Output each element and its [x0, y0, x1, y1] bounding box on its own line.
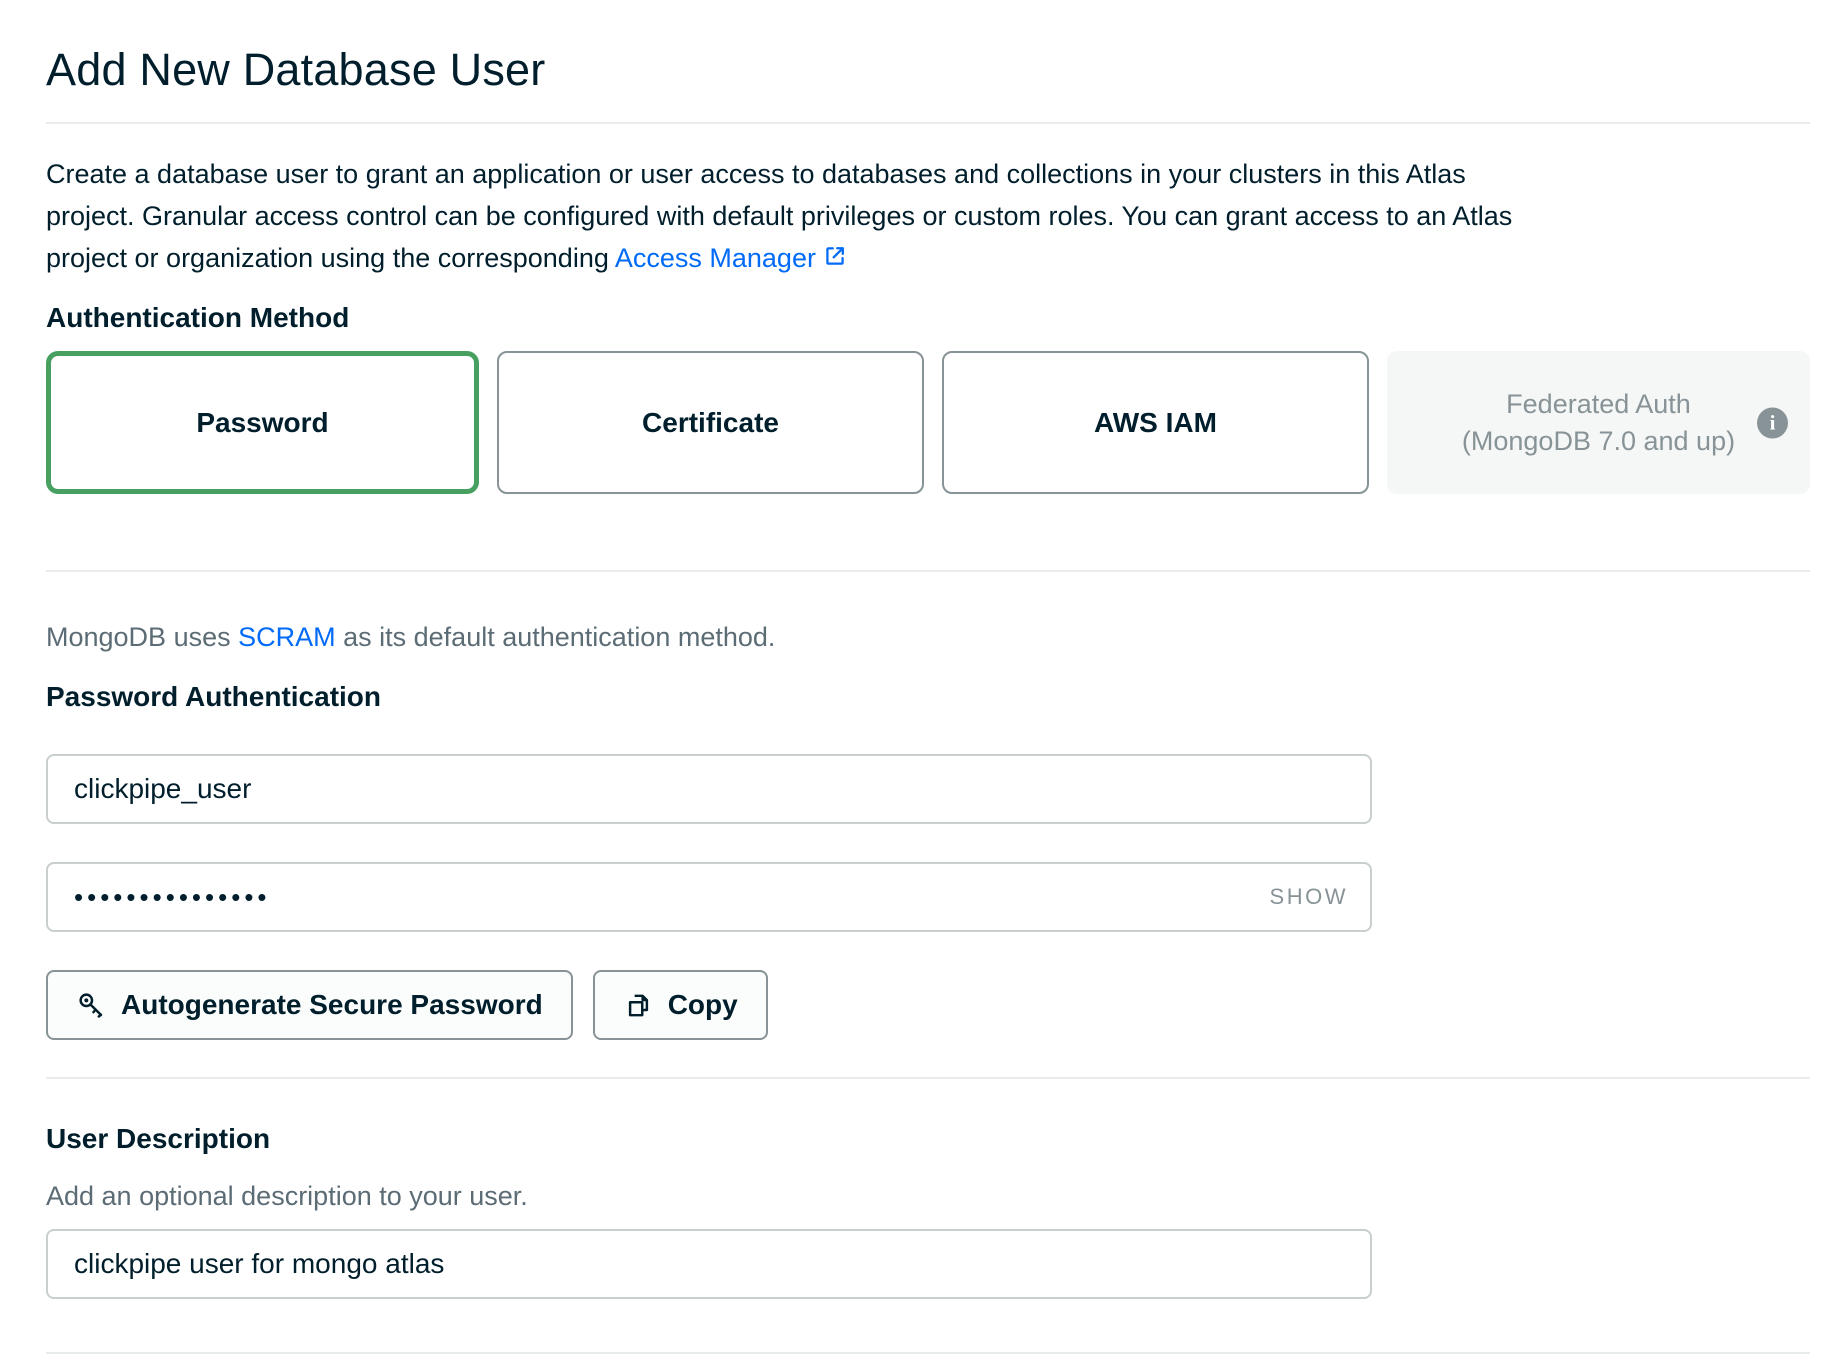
- auth-option-federated-auth: Federated Auth(MongoDB 7.0 and up) i: [1387, 351, 1810, 494]
- intro-paragraph: Create a database user to grant an appli…: [46, 153, 1810, 279]
- auth-option-certificate-label: Certificate: [642, 407, 779, 439]
- password-input[interactable]: •••••••••••••••: [46, 862, 1372, 932]
- auth-option-federated-auth-label: Federated Auth(MongoDB 7.0 and up): [1462, 386, 1735, 460]
- autogenerate-password-label: Autogenerate Secure Password: [121, 989, 543, 1021]
- add-user-form: Add New Database User Create a database …: [46, 48, 1810, 1354]
- copy-password-button[interactable]: Copy: [593, 970, 768, 1040]
- divider: [46, 1352, 1810, 1354]
- password-masked-value: •••••••••••••••: [74, 862, 271, 932]
- autogenerate-password-button[interactable]: Autogenerate Secure Password: [46, 970, 573, 1040]
- copy-password-label: Copy: [668, 989, 738, 1021]
- user-description-hint: Add an optional description to your user…: [46, 1182, 1810, 1210]
- auth-option-aws-iam[interactable]: AWS IAM: [942, 351, 1369, 494]
- intro-line-2: project. Granular access control can be …: [46, 201, 1512, 231]
- scram-link[interactable]: SCRAM: [238, 622, 336, 652]
- intro-line-3: project or organization using the corres…: [46, 243, 615, 273]
- scram-note: MongoDB uses SCRAM as its default authen…: [46, 619, 1810, 655]
- info-icon[interactable]: i: [1757, 407, 1788, 438]
- page-title: Add New Database User: [46, 48, 1810, 92]
- divider: [46, 122, 1810, 124]
- external-link-icon: [822, 243, 848, 269]
- password-auth-label: Password Authentication: [46, 683, 1810, 711]
- auth-option-password[interactable]: Password: [46, 351, 479, 494]
- key-icon: [76, 990, 107, 1021]
- auth-option-certificate[interactable]: Certificate: [497, 351, 924, 494]
- copy-icon: [623, 990, 654, 1021]
- auth-method-options: Password Certificate AWS IAM Federated A…: [46, 351, 1810, 494]
- divider: [46, 1077, 1810, 1079]
- user-description-input[interactable]: [46, 1229, 1372, 1299]
- auth-option-aws-iam-label: AWS IAM: [1094, 407, 1217, 439]
- show-password-button[interactable]: SHOW: [1270, 884, 1348, 910]
- auth-method-label: Authentication Method: [46, 304, 1810, 332]
- divider: [46, 570, 1810, 572]
- username-input[interactable]: [46, 754, 1372, 824]
- access-manager-link[interactable]: Access Manager: [615, 243, 816, 273]
- intro-line-1: Create a database user to grant an appli…: [46, 159, 1466, 189]
- auth-option-password-label: Password: [196, 407, 328, 439]
- user-description-label: User Description: [46, 1125, 1810, 1153]
